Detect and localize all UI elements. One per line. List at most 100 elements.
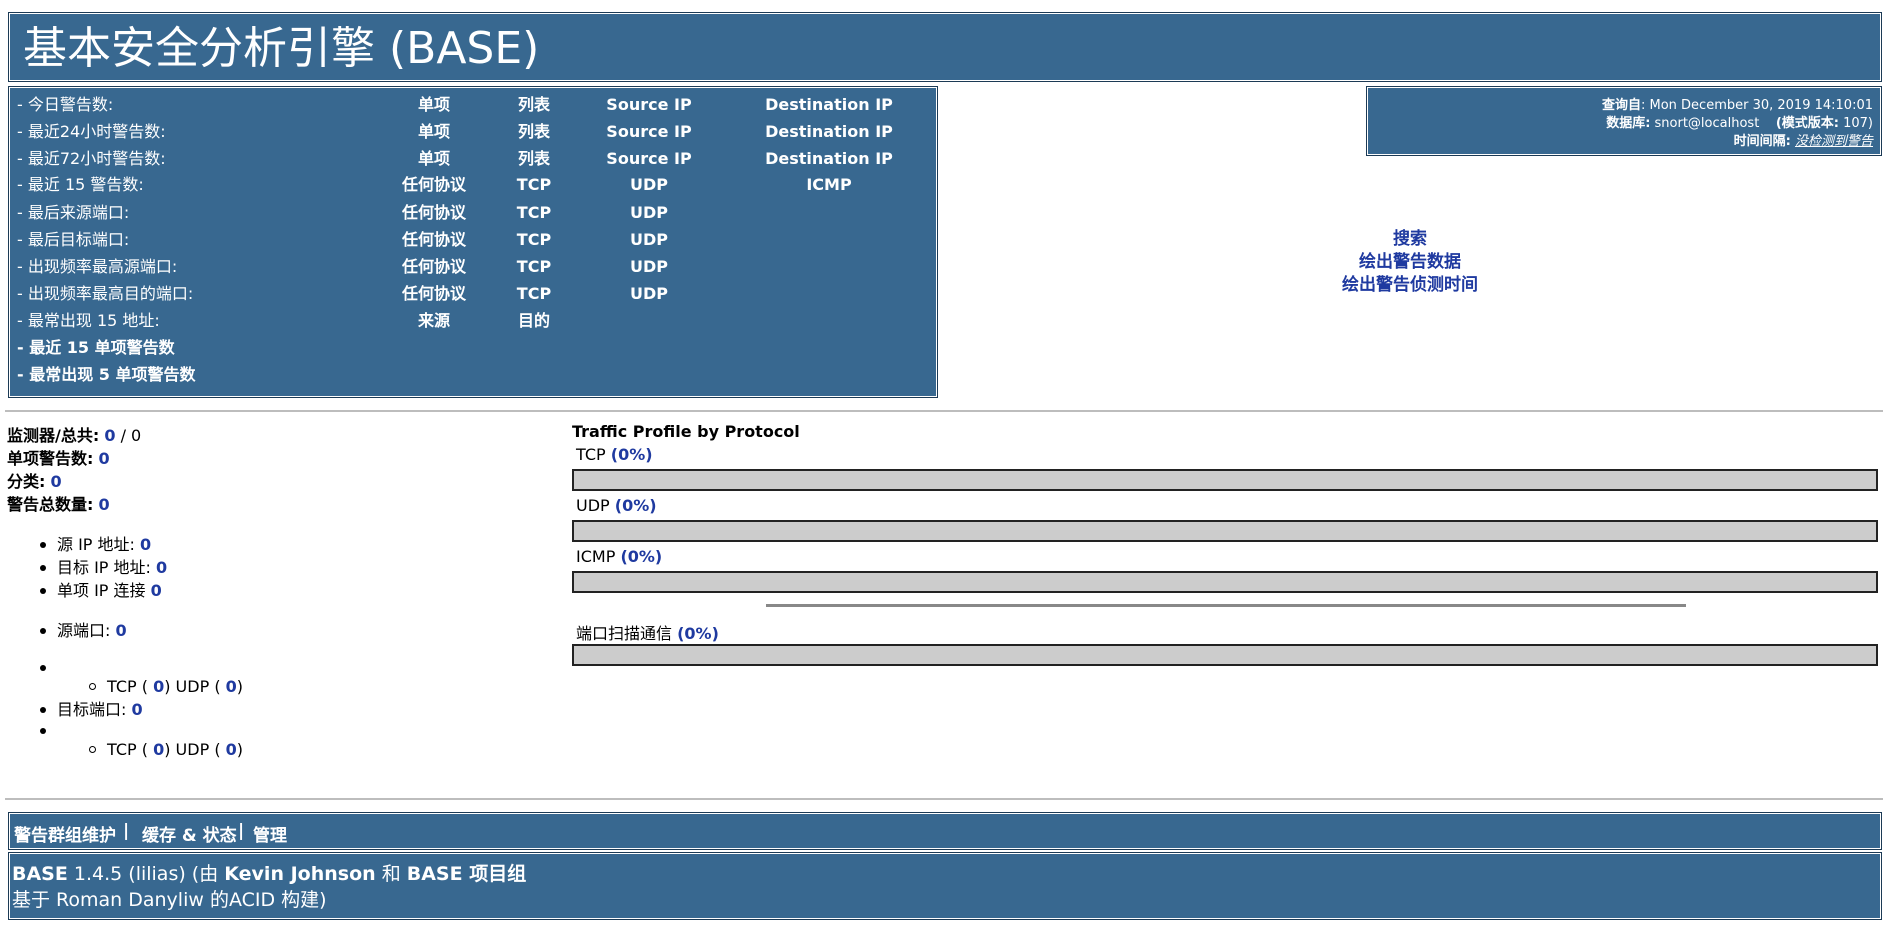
dst-ip-link[interactable]: 0 — [156, 558, 167, 577]
dst-udp-link[interactable]: 0 — [226, 740, 237, 759]
author-link[interactable]: Kevin Johnson — [224, 863, 375, 885]
menu-link-c3[interactable]: Source IP — [589, 118, 709, 145]
sensors-total: 监测器/总共: 0 / 0 — [7, 426, 142, 445]
menu-link-c3[interactable]: UDP — [589, 171, 709, 198]
dst-port-link[interactable]: 0 — [132, 700, 143, 719]
src-port-protocols: TCP ( 0) UDP ( 0) — [107, 677, 244, 696]
project-team-link[interactable]: BASE 项目组 — [407, 863, 526, 885]
dst-port-protocols: TCP ( 0) UDP ( 0) — [107, 740, 244, 759]
alert-menu: - 今日警告数: 单项 列表 Source IP Destination IP - 最近2… — [8, 86, 938, 398]
menu-link-c3[interactable]: Source IP — [589, 91, 709, 118]
menu-row: - 最近24小时警告数: 单项 列表 Source IP Destination IP — [9, 118, 937, 145]
unique-alerts-link[interactable]: 0 — [99, 449, 110, 468]
menu-link-c2[interactable]: TCP — [489, 226, 579, 253]
menu-row-label: - 出现频率最高源端口: — [17, 257, 178, 276]
menu-link-c4[interactable]: Destination IP — [749, 145, 909, 172]
credits-line: 基于 Roman Danyliw 的ACID 构建) — [12, 889, 327, 911]
circle-bullet-icon — [89, 746, 96, 753]
unique-conn-link[interactable]: 0 — [151, 581, 162, 600]
graph-alert-detection-time-link[interactable]: 绘出警告侦测时间 — [1260, 274, 1560, 297]
nav-separator: | — [238, 821, 245, 841]
unique-conn-item: 单项 IP 连接 0 — [57, 581, 162, 600]
udp-progress-bar — [572, 520, 1878, 542]
total-alerts: 警告总数量: 0 — [7, 495, 110, 514]
cache-status-link[interactable]: 缓存 & 状态 — [142, 821, 237, 846]
alert-summary: 监测器/总共: 0 / 0 单项警告数: 0 分类: 0 警告总数量: 0 — [7, 424, 141, 516]
menu-link-c1[interactable]: 任何协议 — [389, 171, 479, 198]
menu-link-c2[interactable]: TCP — [489, 280, 579, 307]
search-link[interactable]: 搜索 — [1260, 228, 1560, 251]
sensors-link[interactable]: 0 — [104, 426, 115, 445]
categories-link[interactable]: 0 — [51, 472, 62, 491]
bullet-icon — [40, 588, 46, 594]
menu-row-label[interactable]: - 最近 15 单项警告数 — [17, 334, 175, 361]
menu-link-c2[interactable]: 目的 — [489, 307, 579, 334]
menu-row-label: - 今日警告数: — [17, 95, 114, 114]
menu-link-c2[interactable]: 列表 — [489, 145, 579, 172]
menu-link-c4[interactable]: Destination IP — [749, 118, 909, 145]
menu-row-label: - 出现频率最高目的端口: — [17, 284, 194, 303]
menu-link-c3[interactable]: Source IP — [589, 145, 709, 172]
menu-link-c3[interactable]: UDP — [589, 253, 709, 280]
bullet-icon — [40, 565, 46, 571]
menu-link-c1[interactable]: 单项 — [389, 118, 479, 145]
menu-row: - 最常出现 5 单项警告数 — [9, 361, 937, 388]
dst-tcp-link[interactable]: 0 — [153, 740, 164, 759]
portscan-progress-bar — [572, 644, 1878, 666]
tcp-label: TCP (0%) — [576, 445, 653, 464]
menu-link-c1[interactable]: 任何协议 — [389, 280, 479, 307]
menu-link-c1[interactable]: 任何协议 — [389, 199, 479, 226]
menu-link-c1[interactable]: 单项 — [389, 91, 479, 118]
version-line: BASE 1.4.5 (lilias) (由 Kevin Johnson 和 B… — [12, 863, 527, 885]
menu-row-label: - 最近24小时警告数: — [17, 122, 166, 141]
menu-row-label: - 最常出现 15 地址: — [17, 311, 160, 330]
graph-alert-data-link[interactable]: 绘出警告数据 — [1260, 251, 1560, 274]
menu-row: - 最常出现 15 地址: 来源 目的 — [9, 307, 937, 334]
menu-link-c4[interactable]: Destination IP — [749, 91, 909, 118]
database-info: 数据库: snort@localhost (模式版本: 107) — [1606, 116, 1873, 131]
menu-link-c1[interactable]: 单项 — [389, 145, 479, 172]
administration-link[interactable]: 管理 — [253, 821, 287, 846]
src-udp-link[interactable]: 0 — [226, 677, 237, 696]
menu-link-c3[interactable]: UDP — [589, 280, 709, 307]
menu-row: - 最近72小时警告数: 单项 列表 Source IP Destination IP — [9, 145, 937, 172]
bullet-icon — [40, 628, 46, 634]
bullet-icon — [40, 542, 46, 548]
page-title: 基本安全分析引擎 (BASE) — [23, 23, 540, 74]
bullet-icon — [40, 728, 46, 734]
query-info-box: 查询自: Mon December 30, 2019 14:10:01 数据库:… — [1366, 86, 1882, 156]
menu-link-c3[interactable]: UDP — [589, 226, 709, 253]
menu-row-label: - 最近 15 警告数: — [17, 175, 144, 194]
menu-link-c2[interactable]: 列表 — [489, 118, 579, 145]
traffic-title: Traffic Profile by Protocol — [572, 422, 800, 441]
menu-row: - 今日警告数: 单项 列表 Source IP Destination IP — [9, 91, 937, 118]
menu-row: - 最后来源端口: 任何协议 TCP UDP — [9, 199, 937, 226]
menu-row-label: - 最近72小时警告数: — [17, 149, 166, 168]
icmp-progress-bar — [572, 571, 1878, 593]
src-tcp-link[interactable]: 0 — [153, 677, 164, 696]
menu-link-c2[interactable]: TCP — [489, 253, 579, 280]
menu-row-label: - 最后目标端口: — [17, 230, 130, 249]
src-ip-link[interactable]: 0 — [140, 535, 151, 554]
alert-group-maintenance-link[interactable]: 警告群组维护 — [14, 821, 116, 846]
bullet-icon — [40, 665, 46, 671]
total-alerts-link[interactable]: 0 — [99, 495, 110, 514]
menu-row-label[interactable]: - 最常出现 5 单项警告数 — [17, 361, 196, 388]
menu-link-c4[interactable]: ICMP — [749, 171, 909, 198]
menu-link-c2[interactable]: 列表 — [489, 91, 579, 118]
menu-link-c2[interactable]: TCP — [489, 171, 579, 198]
menu-link-c1[interactable]: 任何协议 — [389, 253, 479, 280]
menu-link-c2[interactable]: TCP — [489, 199, 579, 226]
query-time: 查询自: Mon December 30, 2019 14:10:01 — [1601, 98, 1873, 113]
udp-label: UDP (0%) — [576, 496, 657, 515]
divider-bottom — [5, 798, 1883, 800]
menu-row: - 最近 15 单项警告数 — [9, 334, 937, 361]
menu-link-c3[interactable]: UDP — [589, 199, 709, 226]
menu-link-c1[interactable]: 任何协议 — [389, 226, 479, 253]
src-port-item: 源端口: 0 — [57, 621, 127, 640]
traffic-separator — [766, 604, 1686, 607]
dst-ip-item: 目标 IP 地址: 0 — [57, 558, 168, 577]
menu-link-c1[interactable]: 来源 — [389, 307, 479, 334]
base-link[interactable]: BASE — [12, 863, 68, 885]
src-port-link[interactable]: 0 — [116, 621, 127, 640]
